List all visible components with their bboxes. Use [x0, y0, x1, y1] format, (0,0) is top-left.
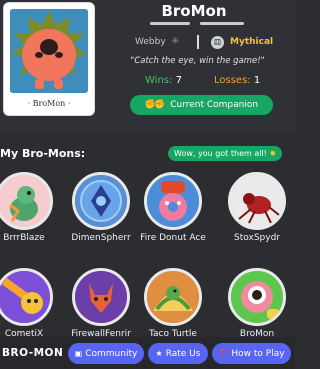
fire-donut-ace-avatar [144, 172, 202, 230]
mon-name: StoxSpydr [234, 233, 280, 243]
wins-value: 7 [175, 75, 182, 86]
star-icon: ★ [155, 349, 163, 358]
handshake-icon: ✊✊ [144, 100, 165, 110]
dimenspherr-avatar [72, 172, 130, 230]
name-underline-right [200, 22, 244, 25]
meta-row: Webby ✳ ⚅ Mythical [100, 35, 295, 50]
wins-label: Wins: [145, 75, 173, 86]
name-underline-left [150, 22, 190, 25]
owner-name: Webby [135, 37, 166, 47]
chat-icon: ▣ [74, 349, 83, 358]
profile-header: · BroMon · BroMon Webby ✳ ⚅ Mythical "Ca… [0, 0, 295, 132]
losses-stat: Losses: 1 [214, 75, 260, 86]
mon-tile-dimenspherr[interactable]: DimenSpherr [66, 172, 136, 244]
rarity-label: Mythical [230, 37, 274, 47]
rate-us-button[interactable]: ★ Rate Us [148, 343, 208, 364]
current-companion-button[interactable]: ✊✊ Current Companion [130, 95, 273, 115]
stoxspydr-avatar [228, 172, 286, 230]
bromon-name: BroMon [161, 2, 227, 20]
mon-name: Fire Donut Ace [140, 233, 206, 243]
community-button[interactable]: ▣ Community [68, 343, 144, 364]
dice-icon: ⚅ [211, 36, 224, 49]
companion-button-label: Current Companion [170, 100, 259, 110]
bro-mon-logo: BRO-MON [2, 347, 64, 359]
rate-us-label: Rate Us [165, 349, 201, 359]
mon-tile-brrrblaze[interactable]: BrrrBlaze [0, 172, 59, 244]
taco-turtle-avatar [144, 268, 202, 326]
brrrblaze-avatar [0, 172, 53, 230]
community-label: Community [85, 349, 138, 359]
mon-tile-taco-turtle[interactable]: Taco Turtle [138, 268, 208, 340]
footer-bar: BRO-MON ▣ Community ★ Rate Us ❓ How to Play [0, 337, 295, 369]
collection-title: My Bro-Mons: [0, 147, 86, 160]
question-icon: ❓ [218, 349, 229, 358]
catchphrase: "Catch the eye, win the game!" [130, 56, 265, 66]
completion-toast: Wow, you got them all! ✸ [168, 146, 283, 161]
losses-value: 1 [253, 75, 261, 86]
card-label: · BroMon · [27, 99, 71, 108]
mon-tile-bromon[interactable]: BroMon [222, 268, 292, 340]
how-to-play-label: How to Play [231, 349, 285, 359]
mon-tile-stoxspydr[interactable]: StoxSpydr [222, 172, 292, 244]
companion-card: · BroMon · [4, 3, 94, 115]
mon-name: DimenSpherr [71, 233, 131, 243]
divider [197, 35, 199, 49]
bromon-avatar [228, 268, 286, 326]
star-icon: ✸ [269, 149, 277, 158]
spiderweb-icon: ✳ [171, 36, 180, 47]
bromon-card-art [10, 9, 88, 93]
wins-stat: Wins: 7 [145, 75, 182, 86]
mon-tile-cometix[interactable]: CometiX [0, 268, 59, 340]
mon-name: BrrrBlaze [3, 233, 45, 243]
firewallfenrir-avatar [72, 268, 130, 326]
mon-tile-firewallfenrir[interactable]: FirewallFenrir [66, 268, 136, 340]
mon-tile-fire-donut-ace[interactable]: Fire Donut Ace [138, 172, 208, 244]
how-to-play-button[interactable]: ❓ How to Play [212, 343, 291, 364]
toast-text: Wow, you got them all! [174, 149, 267, 158]
cometix-avatar [0, 268, 53, 326]
losses-label: Losses: [214, 75, 251, 86]
